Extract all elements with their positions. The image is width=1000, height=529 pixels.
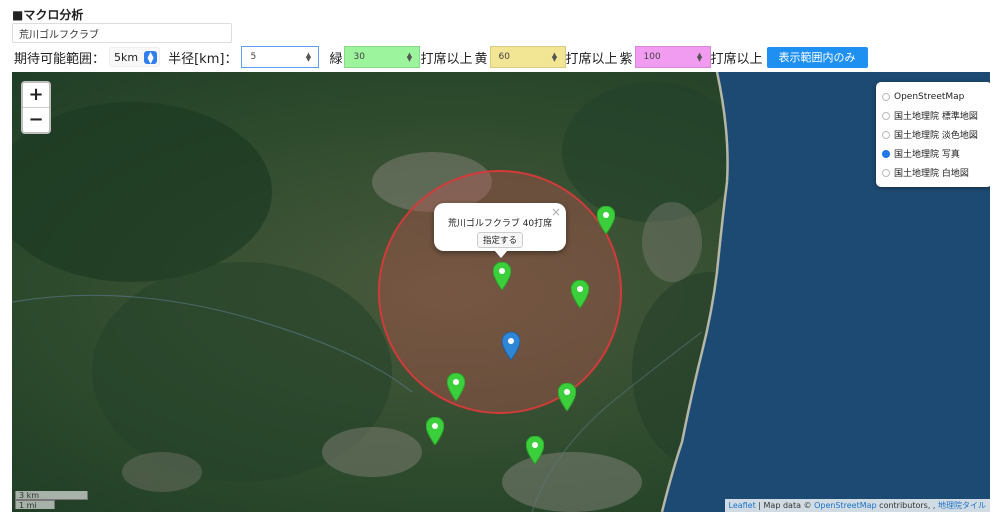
purple-threshold-input[interactable]: 100 ▲ ▼ — [634, 46, 711, 68]
spinner-icon[interactable]: ▲ ▼ — [551, 52, 559, 63]
chevron-updown-icon: ▲ ▼ — [144, 50, 158, 64]
green-label: 緑 — [329, 51, 343, 67]
radius-input[interactable]: 5 ▲ ▼ — [241, 46, 320, 68]
control-bar: 期待可能範囲： 5km ▲ ▼ 半径[km]： 5 ▲ ▼ 緑 30 ▲ ▼ 打席以上… — [14, 45, 868, 69]
popup-tip — [494, 250, 508, 258]
radius-value: 5 — [250, 52, 257, 62]
layer-option[interactable]: 国土地理院 白地図 — [882, 163, 986, 182]
filter-visible-button[interactable]: 表示範囲内のみ — [766, 46, 868, 68]
radio-icon[interactable] — [882, 130, 890, 139]
close-icon[interactable]: × — [551, 205, 561, 219]
purple-suffix: 打席以上 — [710, 51, 763, 67]
select-course-button[interactable]: 指定する — [476, 232, 523, 248]
yellow-suffix: 打席以上 — [565, 51, 618, 67]
layer-label: 国土地理院 写真 — [894, 150, 960, 160]
range-select[interactable]: 5km ▲ ▼ — [109, 47, 161, 67]
map-marker-icon[interactable] — [493, 262, 511, 290]
map-view[interactable]: + − OpenStreetMap 国土地理院 標準地図 国土地理院 淡色地図 … — [12, 72, 990, 512]
attribution: Leaflet | Map data © OpenStreetMap contr… — [724, 499, 990, 512]
attribution-text: contributors, , — [876, 501, 938, 510]
gsi-link[interactable]: 地理院タイル — [938, 501, 986, 510]
selected-marker-icon[interactable] — [502, 332, 520, 360]
zoom-out-button[interactable]: − — [23, 107, 49, 132]
page-title: ■マクロ分析 — [12, 8, 84, 22]
osm-link[interactable]: OpenStreetMap — [814, 501, 877, 510]
range-select-value: 5km — [114, 50, 139, 64]
layer-option[interactable]: 国土地理院 標準地図 — [882, 106, 986, 125]
map-marker-icon[interactable] — [526, 436, 544, 464]
attribution-text: | Map data © — [755, 501, 815, 510]
scale-bar: 3 km 1 mi — [15, 491, 88, 510]
map-marker-icon[interactable] — [571, 280, 589, 308]
layer-label: OpenStreetMap — [894, 91, 965, 102]
yellow-threshold-input[interactable]: 60 ▲ ▼ — [489, 46, 566, 68]
radio-icon[interactable] — [882, 168, 890, 177]
spinner-icon[interactable]: ▲ ▼ — [696, 52, 704, 63]
yellow-label: 黄 — [474, 51, 488, 67]
scale-km: 3 km — [15, 491, 88, 500]
purple-value: 100 — [643, 52, 661, 62]
zoom-in-button[interactable]: + — [23, 83, 49, 107]
radio-icon[interactable] — [882, 92, 890, 101]
marker-popup: × 荒川ゴルフクラブ 40打席 指定する — [434, 203, 566, 258]
popup-text: 荒川ゴルフクラブ 40打席 — [447, 219, 553, 229]
yellow-value: 60 — [498, 52, 510, 62]
satellite-tile-layer — [12, 72, 990, 512]
green-suffix: 打席以上 — [420, 51, 473, 67]
spinner-icon[interactable]: ▲ ▼ — [304, 52, 312, 63]
range-label: 期待可能範囲： — [14, 51, 106, 67]
map-marker-icon[interactable] — [558, 383, 576, 411]
layer-label: 国土地理院 標準地図 — [894, 112, 978, 122]
layer-label: 国土地理院 淡色地図 — [894, 131, 978, 141]
purple-label: 紫 — [619, 51, 633, 67]
layer-option[interactable]: 国土地理院 写真 — [882, 144, 986, 163]
map-marker-icon[interactable] — [426, 417, 444, 445]
layer-option[interactable]: OpenStreetMap — [882, 87, 986, 106]
map-marker-icon[interactable] — [597, 206, 615, 234]
layer-label: 国土地理院 白地図 — [894, 169, 969, 179]
radio-icon[interactable] — [882, 149, 890, 158]
radius-label: 半径[km]： — [168, 51, 238, 67]
leaflet-link[interactable]: Leaflet — [729, 501, 756, 510]
green-value: 30 — [353, 52, 365, 62]
layer-switcher: OpenStreetMap 国土地理院 標準地図 国土地理院 淡色地図 国土地理… — [876, 82, 990, 187]
scale-mi: 1 mi — [15, 500, 55, 510]
course-name-input[interactable] — [12, 23, 232, 43]
spinner-icon[interactable]: ▲ ▼ — [405, 52, 413, 63]
layer-option[interactable]: 国土地理院 淡色地図 — [882, 125, 986, 144]
green-threshold-input[interactable]: 30 ▲ ▼ — [344, 46, 421, 68]
radio-icon[interactable] — [882, 111, 890, 120]
map-marker-icon[interactable] — [447, 373, 465, 401]
zoom-control: + − — [21, 81, 51, 134]
